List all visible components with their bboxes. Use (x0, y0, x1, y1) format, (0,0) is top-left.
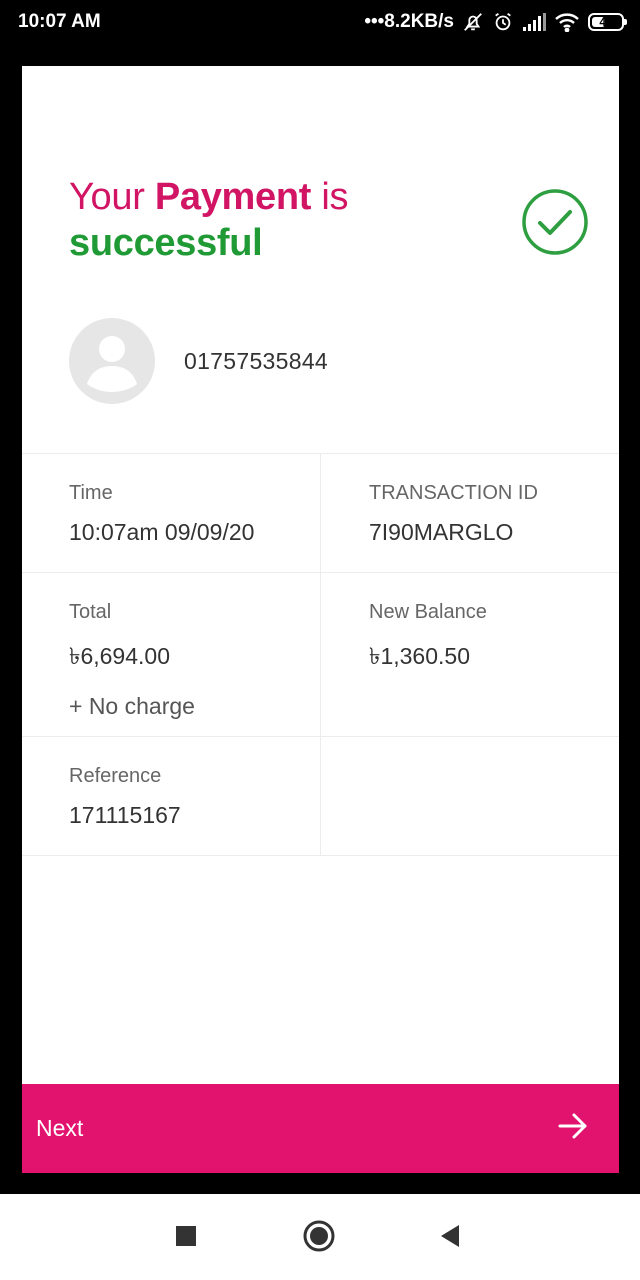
user-icon (87, 336, 137, 392)
home-button[interactable] (297, 1214, 341, 1258)
avatar (69, 318, 155, 404)
transaction-details: Time 10:07am 09/09/20 TRANSACTION ID 7I9… (22, 453, 619, 856)
time-cell: Time 10:07am 09/09/20 (22, 454, 320, 572)
next-button[interactable]: Next (22, 1084, 619, 1173)
headline-line2: successful (69, 222, 263, 264)
headline-part1: Your (69, 176, 155, 218)
total-value: ৳6,694.00 (69, 643, 170, 669)
transaction-id-value: 7I90MARGLO (369, 519, 514, 545)
new-balance-cell: New Balance ৳1,360.50 (320, 573, 619, 736)
time-value: 10:07am 09/09/20 (69, 519, 255, 545)
transaction-id-label: TRANSACTION ID (369, 482, 538, 504)
success-headline: Your Payment is successful (69, 174, 489, 266)
total-cell: Total ৳6,694.00 + No charge (22, 573, 320, 736)
status-indicators: •••8.2KB/s 41 (364, 8, 627, 36)
headline-part2: Payment (154, 176, 312, 218)
alarm-icon (492, 11, 514, 33)
signal-icon (522, 13, 546, 31)
reference-label: Reference (69, 765, 162, 787)
new-balance-label: New Balance (369, 601, 487, 623)
square-icon (176, 1226, 196, 1246)
reference-value: 171115167 (69, 802, 181, 828)
headline-part3: is (311, 176, 349, 218)
back-button[interactable] (428, 1214, 472, 1258)
circle-icon (303, 1220, 335, 1252)
reference-cell: Reference 171115167 (22, 737, 320, 855)
battery-level: 41 (599, 15, 613, 29)
triangle-back-icon (441, 1225, 459, 1247)
status-bar: 10:07 AM •••8.2KB/s 41 (0, 0, 640, 44)
arrow-right-icon (557, 1112, 589, 1145)
new-balance-value: ৳1,360.50 (369, 643, 470, 669)
recent-apps-button[interactable] (164, 1214, 208, 1258)
details-row: Total ৳6,694.00 + No charge New Balance … (22, 573, 619, 737)
mute-bell-icon (462, 11, 484, 33)
details-row: Reference 171115167 (22, 737, 619, 856)
next-label: Next (36, 1115, 84, 1141)
transaction-id-cell: TRANSACTION ID 7I90MARGLO (320, 454, 619, 572)
empty-cell (320, 737, 619, 855)
payment-success-card: Your Payment is successful 01757535844 T… (22, 66, 619, 1173)
success-check-icon (521, 188, 589, 256)
total-label: Total (69, 601, 112, 623)
wifi-icon (554, 12, 580, 32)
account-number: 01757535844 (184, 348, 329, 374)
system-nav-bar (0, 1194, 640, 1280)
charge-text: + No charge (69, 693, 195, 719)
details-row: Time 10:07am 09/09/20 TRANSACTION ID 7I9… (22, 454, 619, 573)
time-label: Time (69, 482, 113, 504)
battery-icon: 41 (588, 13, 627, 31)
network-speed: •••8.2KB/s (364, 11, 454, 32)
status-time: 10:07 AM (18, 11, 101, 32)
